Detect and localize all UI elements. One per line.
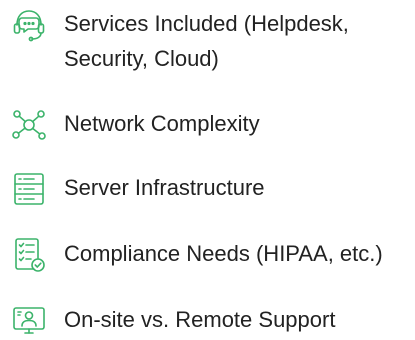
feature-list: Services Included (Helpdesk, Security, C… [0,0,415,337]
server-rack-icon [10,170,48,208]
checklist-document-icon [10,236,48,274]
headset-chat-icon [10,6,48,44]
network-nodes-icon [10,106,48,144]
list-item-label: Server Infrastructure [64,175,265,200]
remote-support-monitor-icon [10,302,48,340]
list-item: Services Included (Helpdesk, Security, C… [10,6,394,76]
list-item-label: On-site vs. Remote Support [64,307,336,332]
list-item-label: Network Complexity [64,111,260,136]
list-item: On-site vs. Remote Support [10,302,335,340]
list-item-label: Compliance Needs (HIPAA, etc.) [64,241,383,266]
list-item: Compliance Needs (HIPAA, etc.) [10,236,383,274]
list-item-label: Services Included (Helpdesk, Security, C… [64,11,349,71]
list-item: Network Complexity [10,106,260,144]
list-item: Server Infrastructure [10,170,265,208]
